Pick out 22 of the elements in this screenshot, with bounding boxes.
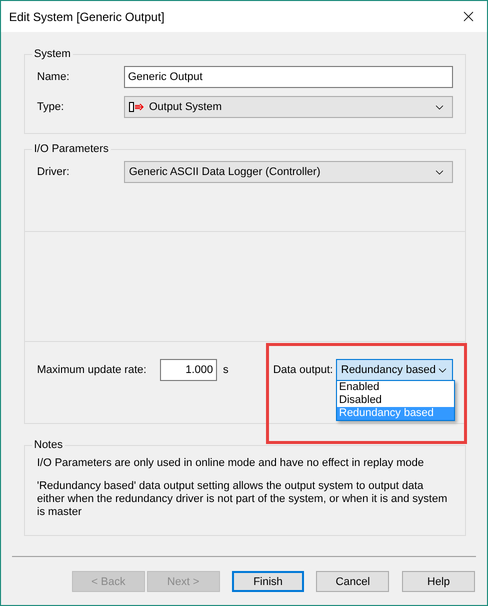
type-dropdown[interactable]: Output System [124,96,453,118]
note-text: I/O Parameters are only used in online mode and have no effect in replay mode [37,457,425,470]
field-label: Driver: [37,166,70,178]
driver-dropdown[interactable]: Generic ASCII Data Logger (Controller) [124,161,453,183]
dialog-button[interactable]: Finish [232,571,304,592]
window-title: Edit System [Generic Output] [9,10,164,24]
group-title: System [33,48,72,60]
dialog-button[interactable]: Cancel [316,571,390,592]
dialog-button[interactable]: Help [402,571,475,592]
field-label: Maximum update rate: [37,364,148,376]
group-title: Notes [33,439,64,451]
field-label: Name: [37,71,70,83]
unit-label: s [223,364,228,376]
dropdown-option[interactable]: Enabled [337,381,454,394]
name-field[interactable]: Generic Output [124,66,453,88]
rate-field[interactable]: 1.000 [160,359,217,381]
dropdown-option[interactable]: Disabled [337,394,454,407]
group-title: I/O Parameters [33,143,110,155]
output-icon [129,102,145,112]
field-label: Data output: [273,364,333,376]
note-text: 'Redundancy based' data output setting allows the output system to output data either when the redundancy driver is not part of the system, or when it is and system is master [37,480,448,519]
field-label: Type: [37,101,65,113]
